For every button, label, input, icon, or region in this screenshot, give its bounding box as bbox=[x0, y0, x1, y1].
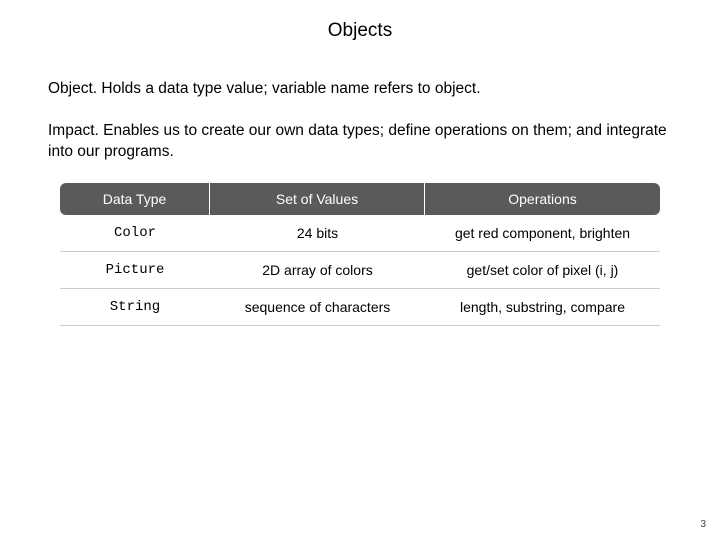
cell-set-of-values: 2D array of colors bbox=[210, 252, 425, 289]
cell-operations: get/set color of pixel (i, j) bbox=[425, 252, 660, 289]
cell-data-type: Picture bbox=[60, 252, 210, 289]
cell-operations: get red component, brighten bbox=[425, 215, 660, 252]
slide-body: Object. Holds a data type value; variabl… bbox=[0, 78, 720, 326]
para1-lead: Object. bbox=[48, 80, 97, 97]
paragraph-impact: Impact. Enables us to create our own dat… bbox=[48, 120, 672, 163]
para2-lead: Impact. bbox=[48, 122, 99, 139]
cell-data-type: String bbox=[60, 289, 210, 326]
cell-set-of-values: 24 bits bbox=[210, 215, 425, 252]
cell-data-type: Color bbox=[60, 215, 210, 252]
cell-operations: length, substring, compare bbox=[425, 289, 660, 326]
header-set-of-values: Set of Values bbox=[210, 183, 425, 215]
page-number: 3 bbox=[700, 519, 706, 530]
data-type-table: Data Type Set of Values Operations Color… bbox=[60, 183, 660, 326]
table-row: String sequence of characters length, su… bbox=[60, 289, 660, 326]
header-operations: Operations bbox=[425, 183, 660, 215]
cell-set-of-values: sequence of characters bbox=[210, 289, 425, 326]
para1-rest: Holds a data type value; variable name r… bbox=[97, 80, 480, 97]
slide-title: Objects bbox=[0, 0, 720, 78]
table-row: Picture 2D array of colors get/set color… bbox=[60, 252, 660, 289]
table-header-row: Data Type Set of Values Operations bbox=[60, 183, 660, 215]
para2-rest: Enables us to create our own data types;… bbox=[48, 122, 667, 161]
paragraph-object: Object. Holds a data type value; variabl… bbox=[48, 78, 672, 100]
table-row: Color 24 bits get red component, brighte… bbox=[60, 215, 660, 252]
header-data-type: Data Type bbox=[60, 183, 210, 215]
